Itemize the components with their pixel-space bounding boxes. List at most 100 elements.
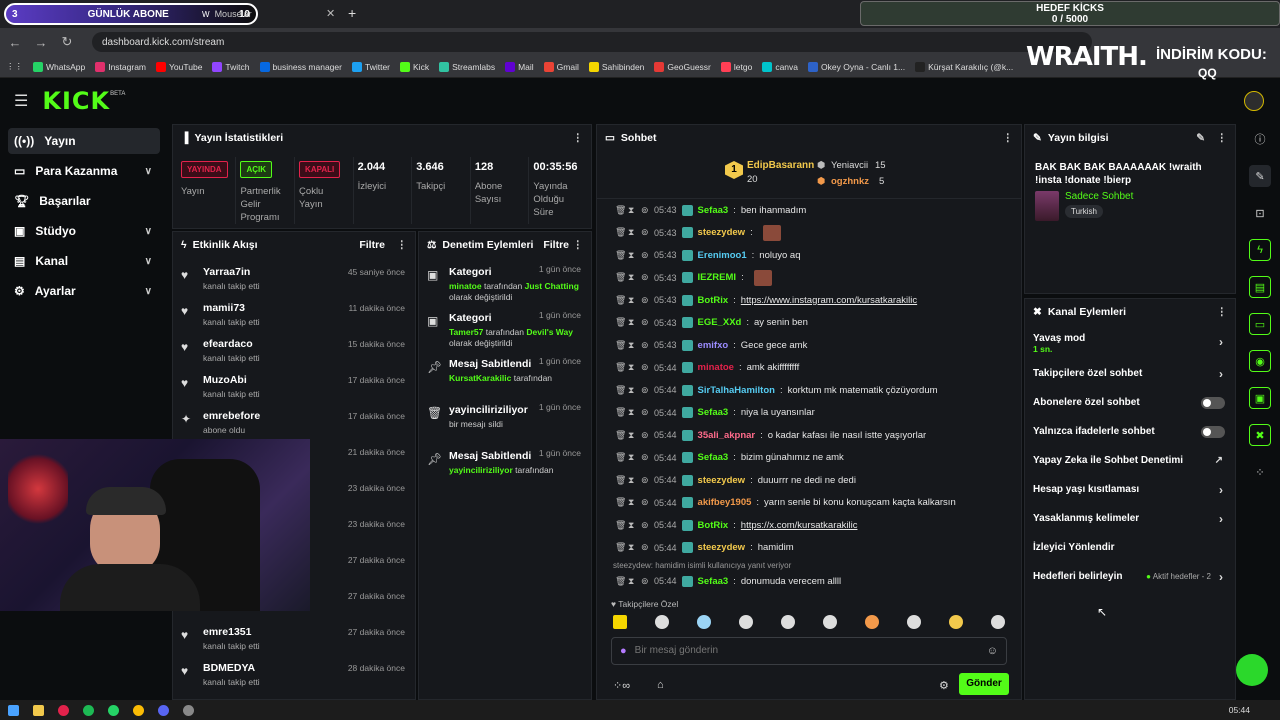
chat-username[interactable]: Sefaa3 [698, 407, 729, 418]
emote[interactable] [697, 614, 711, 629]
timeout-icon[interactable]: ⧗ [628, 542, 636, 553]
channel-action-row[interactable]: Yapay Zeka ile Sohbet Denetimi ↗ [1025, 446, 1235, 475]
timeout-icon[interactable]: ⧗ [628, 250, 636, 261]
timeout-icon[interactable]: ⧗ [628, 295, 636, 306]
emote[interactable] [613, 614, 627, 629]
bookmark[interactable]: Gmail [543, 61, 579, 72]
folder-icon[interactable] [33, 704, 44, 716]
chat-message[interactable]: 🗑︎ ⧗ ⊚ 05:43 emifxo: Gece gece amk [597, 334, 1021, 357]
obs-icon[interactable] [183, 704, 194, 716]
trash-icon[interactable]: 🗑︎ [615, 430, 626, 441]
message-text[interactable]: https://x.com/kursatkarakilic [741, 520, 858, 531]
trash-icon[interactable]: 🗑︎ [615, 385, 626, 396]
shield-icon[interactable]: ⊚ [641, 227, 649, 238]
trash-icon[interactable]: 🗑︎ [615, 407, 626, 418]
whatsapp-icon[interactable] [108, 704, 119, 716]
trash-icon[interactable]: 🗑︎ [615, 227, 626, 238]
bookmark[interactable]: Instagram [95, 61, 146, 72]
bookmark[interactable]: canva [762, 61, 798, 72]
bookmark[interactable]: Okey Oyna - Canlı 1... [808, 61, 905, 72]
trash-icon[interactable]: 🗑︎ [615, 272, 626, 283]
store-icon[interactable]: ⌂ [657, 679, 664, 691]
shield-icon[interactable]: ⊚ [641, 340, 649, 351]
toggle-switch[interactable] [1201, 396, 1225, 409]
wrench-icon[interactable]: ✖ [1249, 424, 1271, 446]
trash-icon[interactable]: 🗑︎ [615, 340, 626, 351]
trash-icon[interactable]: 🗑︎ [615, 317, 626, 328]
url-field[interactable]: dashboard.kick.com/stream [92, 32, 1092, 52]
chat-message[interactable]: 🗑︎ ⧗ ⊚ 05:44 SirTalhaHamilton: korktum mk mat… [597, 379, 1021, 402]
chat-username[interactable]: steezydew [698, 542, 746, 553]
chat-message[interactable]: 🗑︎ ⧗ ⊚ 05:44 Sefaa3: bizim günahımız ne amk [597, 447, 1021, 470]
more-icon[interactable]: ⋮ [573, 239, 584, 251]
timeout-icon[interactable]: ⧗ [628, 227, 636, 238]
trash-icon[interactable]: 🗑︎ [615, 295, 626, 306]
bookmark[interactable]: GeoGuessr [654, 61, 711, 72]
chrome-icon[interactable] [133, 704, 144, 716]
chat-username[interactable]: steezydew [698, 227, 746, 238]
chat-username[interactable]: EGE_XXd [698, 317, 742, 328]
document-icon[interactable]: ▤ [1249, 276, 1271, 298]
trash-icon[interactable]: 🗑︎ [615, 205, 626, 216]
chat-username[interactable]: Sefaa3 [698, 205, 729, 216]
menu-icon[interactable]: ☰ [14, 91, 28, 111]
goals-row[interactable]: Hedefleri belirleyin ● Aktif hedefler - … [1025, 562, 1235, 591]
bookmark[interactable]: Twitch [212, 61, 250, 72]
more-icon[interactable]: ⋮ [1217, 306, 1228, 318]
more-icon[interactable]: ⋮ [1003, 132, 1014, 144]
more-icon[interactable]: ⋮ [397, 239, 408, 251]
new-tab-button[interactable]: + [348, 5, 356, 21]
capture-icon[interactable]: ⊡ [1249, 202, 1271, 224]
trash-icon[interactable]: 🗑︎ [615, 250, 626, 261]
timeout-icon[interactable]: ⧗ [628, 272, 636, 283]
chat-input[interactable]: ● ☺ [611, 636, 1007, 665]
timeout-icon[interactable]: ⧗ [628, 205, 636, 216]
timeout-icon[interactable]: ⧗ [628, 452, 636, 463]
chat-message[interactable]: 🗑︎ ⧗ ⊚ 05:44 Sefaa3: niya la uyansınlar [597, 402, 1021, 425]
shield-icon[interactable]: ⊚ [641, 272, 649, 283]
spotify-icon[interactable] [83, 704, 94, 716]
discord-icon[interactable] [158, 704, 169, 716]
shield-icon[interactable]: ⊚ [641, 295, 649, 306]
broadcast-icon[interactable]: ◉ [1249, 350, 1271, 372]
message-text[interactable]: https://www.instagram.com/kursatkarakili… [741, 295, 917, 306]
toggle-switch[interactable] [1201, 425, 1225, 438]
pen-icon[interactable]: ✎ [1249, 165, 1271, 187]
channel-action-row[interactable]: Yalnızca ifadelerle sohbet [1025, 417, 1235, 446]
profile-avatar[interactable] [1244, 91, 1264, 111]
more-icon[interactable]: ⋮ [573, 132, 584, 144]
timeout-icon[interactable]: ⧗ [628, 362, 636, 373]
chat-message[interactable]: 🗑︎ ⧗ ⊚ 05:44 steezydew: hamidim [597, 537, 1021, 560]
sidebar-item-ayarlar[interactable]: ⚙ Ayarlar ∨ [8, 278, 160, 304]
bookmark[interactable]: letgo [720, 61, 752, 72]
moderation-icon[interactable]: ▣ [1249, 387, 1271, 409]
shield-icon[interactable]: ⊚ [641, 452, 649, 463]
send-button[interactable]: Gönder [959, 672, 1009, 695]
app-icon[interactable] [58, 704, 69, 716]
shield-icon[interactable]: ⊚ [641, 430, 649, 441]
shield-icon[interactable]: ⊚ [641, 317, 649, 328]
emoji-icon[interactable]: ☺ [987, 645, 998, 657]
shield-icon[interactable]: ⊚ [641, 362, 649, 373]
category-name[interactable]: Sadece Sohbet [1065, 191, 1133, 202]
top3-name[interactable]: ogzhnkz [831, 176, 869, 187]
trash-icon[interactable]: 🗑︎ [615, 576, 626, 587]
timeout-icon[interactable]: ⧗ [628, 407, 636, 418]
event-item[interactable]: ♥ BDMEDYA kanalı takip etti 28 dakika önce [173, 654, 415, 690]
trash-icon[interactable]: 🗑︎ [615, 542, 626, 553]
filter-button[interactable]: Filtre [543, 239, 569, 251]
chat-username[interactable]: BotRix [698, 520, 729, 531]
shield-icon[interactable]: ⊚ [641, 475, 649, 486]
timeout-icon[interactable]: ⧗ [628, 576, 636, 587]
bookmark[interactable]: YouTube [156, 61, 202, 72]
channel-action-row[interactable]: Takipçilere özel sohbet › [1025, 359, 1235, 388]
bookmark[interactable]: Kick [400, 61, 429, 72]
trash-icon[interactable]: 🗑︎ [615, 452, 626, 463]
bookmark[interactable]: Sahibinden [588, 61, 644, 72]
bookmark[interactable]: Streamlabs [439, 61, 495, 72]
mic-icon[interactable]: ● [620, 645, 627, 657]
support-bubble-button[interactable] [1236, 654, 1268, 686]
chat-username[interactable]: steezydew [698, 475, 746, 486]
chat-message[interactable]: 🗑︎ ⧗ ⊚ 05:43 BotRix: https://www.instagram.co… [597, 289, 1021, 312]
sidebar-item-yayin[interactable]: ((•)) Yayın [8, 128, 160, 154]
